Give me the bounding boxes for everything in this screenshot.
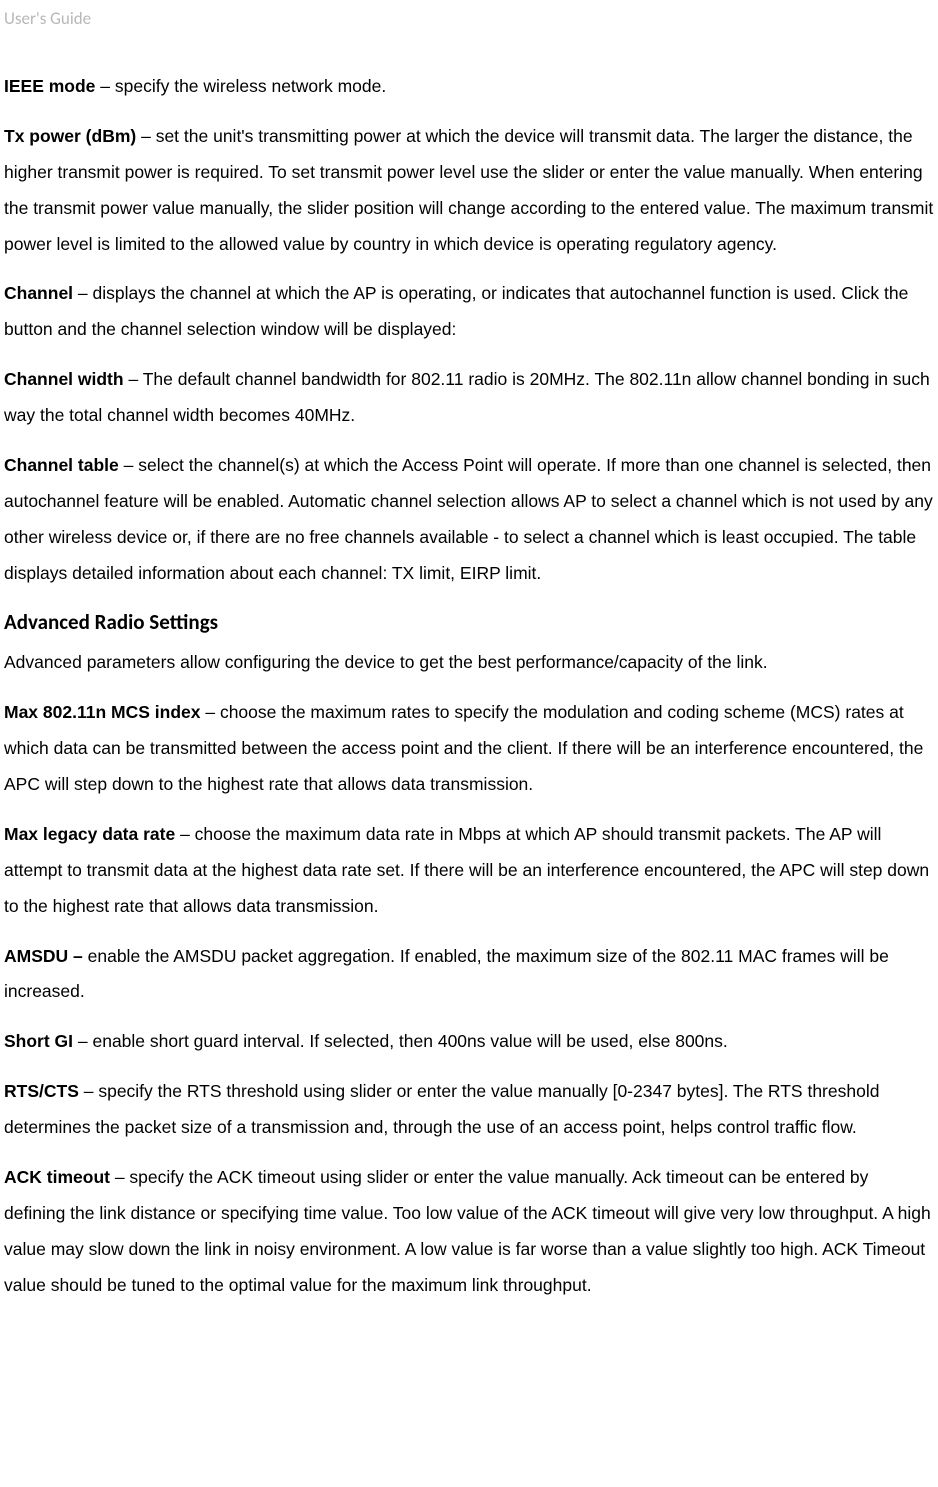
paragraph-ack-timeout: ACK timeout – specify the ACK timeout us… xyxy=(4,1160,934,1304)
paragraph-tx-power: Tx power (dBm) – set the unit's transmit… xyxy=(4,119,934,263)
term-rts-cts: RTS/CTS xyxy=(4,1081,79,1101)
paragraph-channel-table: Channel table – select the channel(s) at… xyxy=(4,448,934,592)
paragraph-advanced-intro: Advanced parameters allow configuring th… xyxy=(4,645,934,681)
paragraph-max-legacy: Max legacy data rate – choose the maximu… xyxy=(4,817,934,925)
term-ieee-mode: IEEE mode xyxy=(4,76,95,96)
term-short-gi: Short GI xyxy=(4,1031,73,1051)
heading-advanced-radio-settings: Advanced Radio Settings xyxy=(4,609,934,635)
paragraph-amsdu: AMSDU – enable the AMSDU packet aggregat… xyxy=(4,939,934,1011)
paragraph-max-mcs: Max 802.11n MCS index – choose the maxim… xyxy=(4,695,934,803)
text-tx-power: – set the unit's transmitting power at w… xyxy=(4,126,933,254)
document-page: User's Guide IEEE mode – specify the wir… xyxy=(0,0,938,1337)
paragraph-channel-width: Channel width – The default channel band… xyxy=(4,362,934,434)
text-rts-cts: – specify the RTS threshold using slider… xyxy=(4,1081,879,1137)
paragraph-channel: Channel – displays the channel at which … xyxy=(4,276,934,348)
term-amsdu: AMSDU – xyxy=(4,946,83,966)
term-tx-power: Tx power (dBm) xyxy=(4,126,136,146)
paragraph-rts-cts: RTS/CTS – specify the RTS threshold usin… xyxy=(4,1074,934,1146)
header-label: User's Guide xyxy=(4,8,934,29)
text-channel: – displays the channel at which the AP i… xyxy=(4,283,908,339)
text-channel-width: – The default channel bandwidth for 802.… xyxy=(4,369,930,425)
term-ack-timeout: ACK timeout xyxy=(4,1167,110,1187)
text-short-gi: – enable short guard interval. If select… xyxy=(73,1031,728,1051)
text-ieee-mode: – specify the wireless network mode. xyxy=(95,76,386,96)
text-channel-table: – select the channel(s) at which the Acc… xyxy=(4,455,933,583)
term-max-legacy: Max legacy data rate xyxy=(4,824,175,844)
term-channel-table: Channel table xyxy=(4,455,119,475)
paragraph-short-gi: Short GI – enable short guard interval. … xyxy=(4,1024,934,1060)
paragraph-ieee-mode: IEEE mode – specify the wireless network… xyxy=(4,69,934,105)
text-amsdu: enable the AMSDU packet aggregation. If … xyxy=(4,946,889,1002)
term-channel-width: Channel width xyxy=(4,369,124,389)
term-max-mcs: Max 802.11n MCS index xyxy=(4,702,200,722)
text-ack-timeout: – specify the ACK timeout using slider o… xyxy=(4,1167,931,1295)
term-channel: Channel xyxy=(4,283,73,303)
